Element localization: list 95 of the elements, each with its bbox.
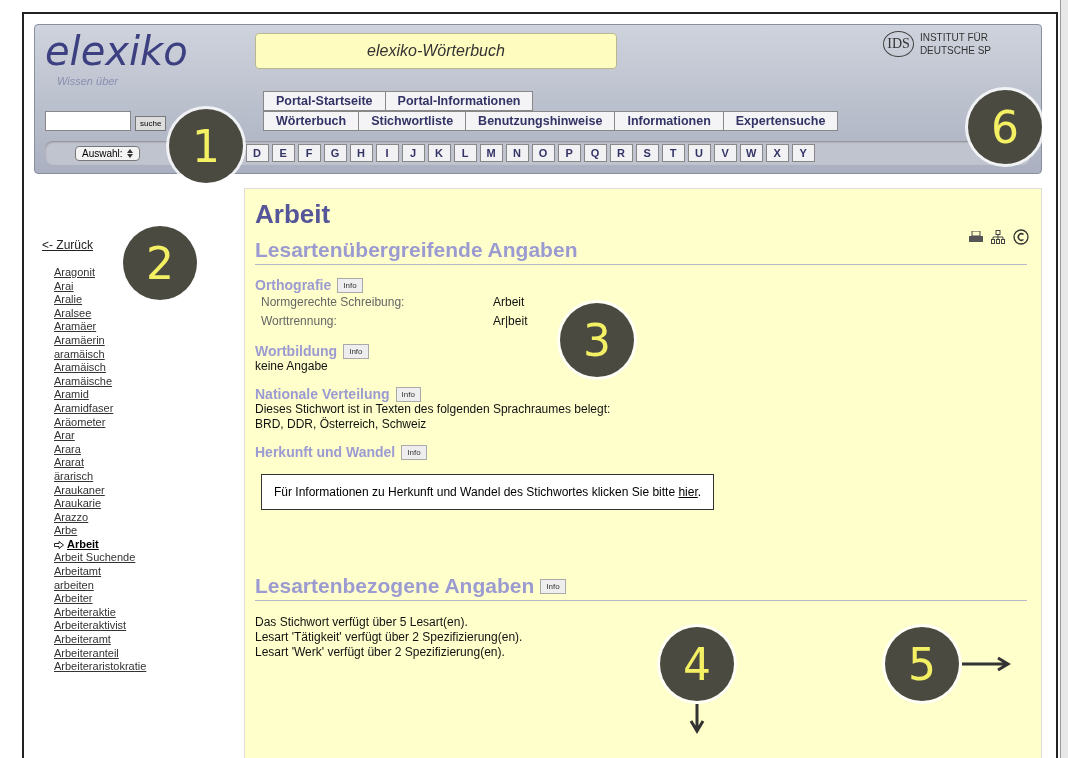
field-text: BRD, DDR, Österreich, Schweiz (255, 417, 428, 432)
field-text: Dieses Stichwort ist in Texten des folgenden Sprachraumes belegt: (255, 402, 612, 417)
back-link[interactable]: <- Zurück (42, 238, 93, 252)
letter-button[interactable]: X (765, 144, 789, 162)
logo[interactable]: elexiko (45, 31, 225, 71)
letter-button[interactable]: F (297, 144, 321, 162)
headword-link[interactable]: Aramidfaser (54, 401, 244, 416)
headword-link[interactable]: Arbeiteraktivist (54, 619, 244, 634)
headword-link[interactable]: ärarisch (54, 469, 244, 484)
letter-button[interactable]: E (271, 144, 295, 162)
letter-button[interactable]: L (453, 144, 477, 162)
letter-button[interactable]: J (401, 144, 425, 162)
letter-select[interactable]: Auswahl: (75, 145, 140, 161)
section-heading: Lesartenübergreifende Angaben (255, 238, 578, 262)
field-heading: Herkunft und Wandel (255, 444, 396, 460)
headword-link[interactable]: Aramäerin (54, 333, 244, 348)
summary-line: Lesart 'Tätigkeit' verfügt über 2 Spezifizierung(en). (255, 630, 524, 645)
field-heading: Nationale Verteilung (255, 386, 390, 402)
here-link[interactable]: hier (678, 485, 698, 499)
info-button[interactable]: Info (343, 344, 369, 359)
headword-link[interactable]: Aramäisch (54, 361, 244, 375)
info-button[interactable]: Info (540, 578, 566, 594)
letter-button[interactable]: W (739, 144, 763, 162)
letter-button[interactable]: G (323, 144, 347, 162)
headword-link[interactable]: Arbeiter (54, 592, 244, 606)
info-button[interactable]: Info (337, 278, 363, 293)
copyright-icon[interactable] (1013, 229, 1029, 245)
letter-button[interactable]: S (635, 144, 659, 162)
headword-link[interactable]: Arara (54, 442, 244, 457)
headword-link[interactable]: Ararat (54, 456, 244, 470)
summary-line: Lesart 'Werk' verfügt über 2 Spezifizierung(en). (255, 645, 506, 660)
field-label: Worttrennung: (261, 313, 338, 330)
field-value: Ar|beit (493, 313, 529, 330)
letter-button[interactable]: V (713, 144, 737, 162)
headword-link[interactable]: Arbeiteraristokratie (54, 660, 244, 674)
headword-link[interactable]: Aramäische (54, 374, 244, 389)
letter-button[interactable]: M (479, 144, 503, 162)
headword-link[interactable]: Araukarie (54, 497, 244, 511)
info-button[interactable]: Info (395, 387, 421, 402)
headword-link[interactable]: arbeiten (54, 578, 244, 593)
search-field[interactable] (45, 111, 131, 131)
field-label: Normgerechte Schreibung: (261, 294, 406, 311)
print-icon[interactable] (969, 231, 983, 243)
letter-button[interactable]: D (245, 144, 269, 162)
letter-button[interactable]: O (531, 144, 555, 162)
field-text: keine Angabe (255, 359, 329, 374)
portal-nav-tab[interactable]: Portal-Informationen (384, 91, 534, 111)
letter-button[interactable]: T (661, 144, 685, 162)
site-title: elexiko-Wörterbuch (255, 33, 617, 69)
letter-button[interactable]: K (427, 144, 451, 162)
field-heading: Orthografie (255, 277, 332, 293)
headword-link[interactable]: Arazzo (54, 510, 244, 525)
headword-link[interactable]: Arbeit (54, 537, 244, 552)
headword-link[interactable]: Aralsee (54, 306, 244, 321)
letter-button[interactable]: U (687, 144, 711, 162)
headword-link[interactable]: Arbeiteraktie (54, 605, 244, 620)
search-button[interactable]: suche (135, 116, 167, 131)
headword-title: Arbeit (255, 199, 331, 229)
letter-button[interactable]: P (557, 144, 581, 162)
letter-button[interactable]: N (505, 144, 529, 162)
nav-tab[interactable]: Wörterbuch (263, 111, 360, 131)
arrow-icon (962, 656, 1012, 672)
headword-link[interactable]: Arbeitamt (54, 565, 244, 579)
scrollbar[interactable] (1060, 0, 1068, 758)
headword-link[interactable]: Arbeiteranteil (54, 646, 244, 661)
info-button[interactable]: Info (401, 445, 427, 460)
letter-button[interactable]: Y (791, 144, 815, 162)
sitemap-icon[interactable] (991, 230, 1005, 244)
arrow-icon (689, 704, 705, 734)
summary-line: Das Stichwort verfügt über 5 Lesart(en). (255, 615, 469, 630)
nav-tab[interactable]: Stichwortliste (358, 111, 467, 131)
origin-notice: Für Informationen zu Herkunft und Wandel des Stichwortes klicken Sie bitte hier. (261, 474, 715, 510)
letter-button[interactable]: Q (583, 144, 607, 162)
field-value: Arbeit (493, 294, 526, 311)
headword-link[interactable]: Arbeit Suchende (54, 551, 244, 566)
nav-tab[interactable]: Informationen (614, 111, 724, 131)
updown-icon (126, 149, 133, 159)
field-heading: Wortbildung (255, 343, 338, 359)
letter-button[interactable]: I (375, 144, 399, 162)
portal-nav-tab[interactable]: Portal-Startseite (263, 91, 386, 111)
headword-link[interactable]: Arbe (54, 524, 244, 538)
institute-name: INSTITUT FÜR DEUTSCHE SP (919, 31, 991, 57)
headword-link[interactable]: Aramid (54, 388, 244, 402)
section-heading: Lesartenbezogene Angaben (255, 574, 535, 598)
pointer-icon (54, 540, 64, 549)
letter-button[interactable]: R (609, 144, 633, 162)
headword-link[interactable]: aramäisch (54, 347, 244, 362)
headword-link[interactable]: Arbeiteramt (54, 633, 244, 647)
headword-link[interactable]: Aräometer (54, 415, 244, 430)
letter-button[interactable]: H (349, 144, 373, 162)
nav-tab[interactable]: Expertensuche (722, 111, 839, 131)
headword-link[interactable]: Aramäer (54, 320, 244, 334)
headword-link[interactable]: Araukaner (54, 483, 244, 498)
nav-tab[interactable]: Benutzungshinweise (465, 111, 616, 131)
headword-link[interactable]: Arar (54, 429, 244, 443)
